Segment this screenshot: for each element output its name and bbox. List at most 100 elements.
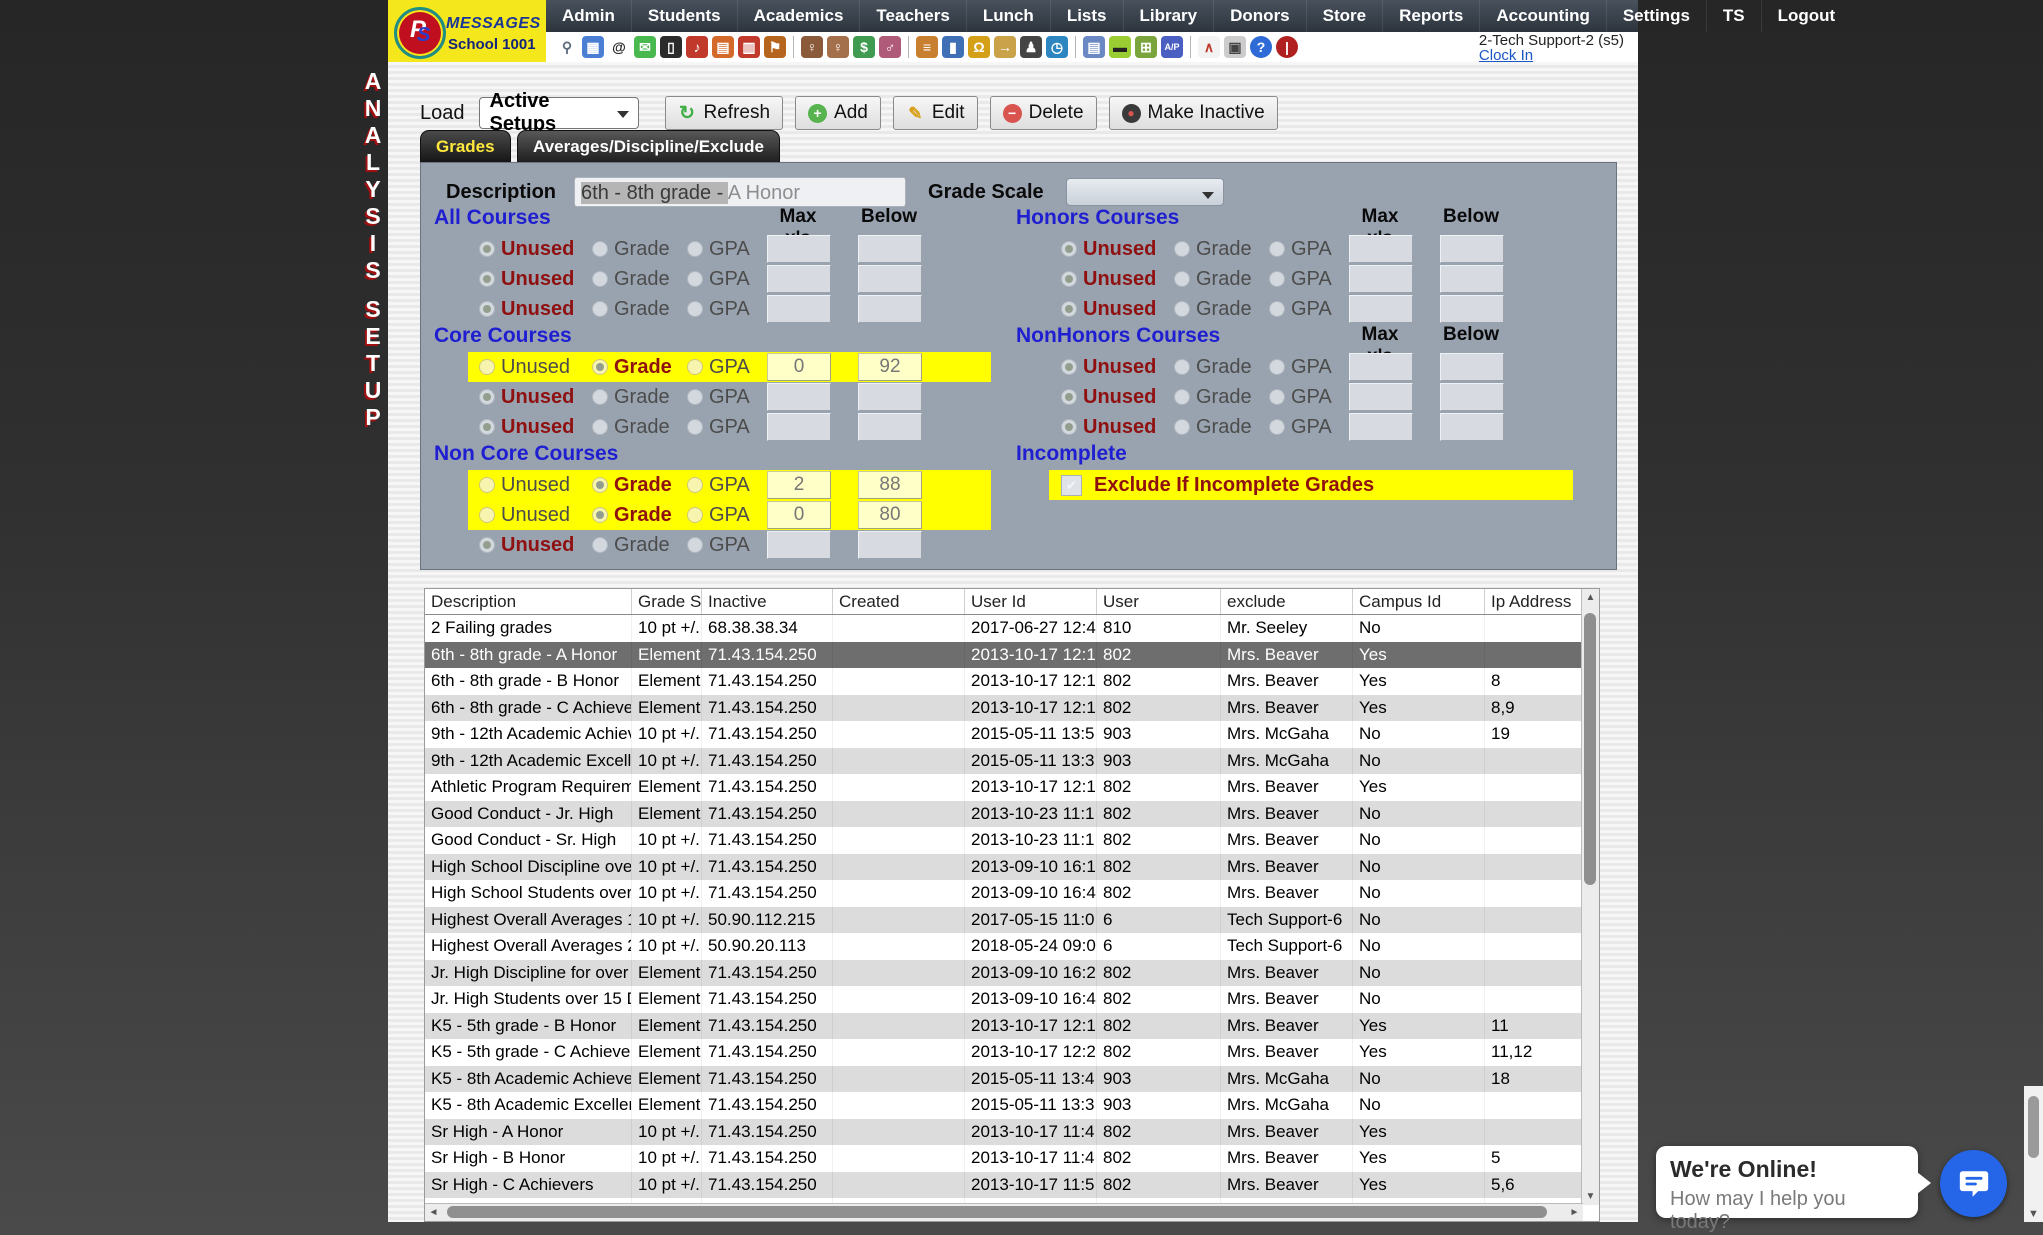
column-header-description[interactable]: Description [425,589,632,614]
all-courses-row-3-below-input[interactable] [858,295,922,323]
nav-item-lists[interactable]: Lists [1050,0,1123,32]
non-core-courses-row-2-grade-radio[interactable] [592,507,608,523]
all-courses-row-1-max-input[interactable] [767,235,831,263]
non-core-courses-row-3-unused-radio[interactable] [479,537,495,553]
table-row[interactable]: 6th - 8th grade - B HonorElement...71.43… [425,668,1599,695]
honors-courses-row-1-grade-radio[interactable] [1174,241,1190,257]
nav-item-library[interactable]: Library [1123,0,1214,32]
locker-icon[interactable]: ▮ [942,36,964,58]
exclude-incomplete-checkbox[interactable]: ✔ [1061,475,1082,496]
all-courses-row-1-grade-radio[interactable] [592,241,608,257]
nav-item-donors[interactable]: Donors [1213,0,1306,32]
core-courses-row-1-below-input[interactable]: 92 [858,353,922,381]
nonhonors-courses-row-1-gpa-radio[interactable] [1269,359,1285,375]
nonhonors-courses-row-1-grade-radio[interactable] [1174,359,1190,375]
honors-courses-row-2-gpa-radio[interactable] [1269,271,1285,287]
core-courses-row-2-gpa-radio[interactable] [687,389,703,405]
text-message-icon[interactable]: ✉ [634,36,656,58]
billing-icon[interactable]: $ [853,36,875,58]
mobile-phone-icon[interactable]: ▯ [660,36,682,58]
all-courses-row-3-grade-radio[interactable] [592,301,608,317]
nav-item-store[interactable]: Store [1306,0,1382,32]
nonhonors-courses-row-3-grade-radio[interactable] [1174,419,1190,435]
table-vertical-scrollbar[interactable]: ▲ ▼ [1581,589,1599,1205]
search-icon[interactable]: ⚲ [556,36,578,58]
nav-item-admin[interactable]: Admin [546,0,631,32]
nonhonors-courses-row-3-max-input[interactable] [1349,413,1413,441]
honors-courses-row-3-grade-radio[interactable] [1174,301,1190,317]
all-courses-row-2-below-input[interactable] [858,265,922,293]
non-core-courses-row-1-unused-radio[interactable] [479,477,495,493]
honors-courses-row-1-unused-radio[interactable] [1061,241,1077,257]
chat-launcher-button[interactable] [1940,1150,2007,1217]
core-courses-row-2-unused-radio[interactable] [479,389,495,405]
non-core-courses-row-3-gpa-radio[interactable] [687,537,703,553]
clock-in-link[interactable]: Clock In [1479,48,1624,63]
all-courses-row-1-below-input[interactable] [858,235,922,263]
non-core-courses-row-1-gpa-radio[interactable] [687,477,703,493]
schedule-icon[interactable]: ▥ [738,36,760,58]
nonhonors-courses-row-2-max-input[interactable] [1349,383,1413,411]
honors-courses-row-2-unused-radio[interactable] [1061,271,1077,287]
page-scroll-down-icon[interactable]: ▼ [2024,1208,2043,1220]
family-icon[interactable]: ♂ [879,36,901,58]
all-courses-row-1-unused-radio[interactable] [479,241,495,257]
staff-admin-icon[interactable]: ♟ [1020,36,1042,58]
table-row[interactable]: High School Discipline over 2...10 pt +/… [425,854,1599,881]
table-row[interactable]: Good Conduct - Jr. HighElement...71.43.1… [425,801,1599,828]
forms-icon[interactable]: → [994,36,1016,58]
table-row[interactable]: 6th - 8th grade - C AchieverElement...71… [425,695,1599,722]
all-courses-row-2-grade-radio[interactable] [592,271,608,287]
bell-icon[interactable]: Ω [968,36,990,58]
core-courses-row-2-below-input[interactable] [858,383,922,411]
all-courses-row-1-gpa-radio[interactable] [687,241,703,257]
delete-button[interactable]: − Delete [990,96,1097,130]
nav-item-lunch[interactable]: Lunch [966,0,1050,32]
power-icon[interactable]: | [1276,36,1298,58]
table-row[interactable]: Athletic Program Requireme...Element...7… [425,774,1599,801]
nav-item-teachers[interactable]: Teachers [859,0,965,32]
table-row[interactable]: 9th - 12th Academic Excellen...10 pt +/.… [425,748,1599,775]
scroll-left-icon[interactable]: ◄ [425,1204,442,1221]
keycard-icon[interactable]: ▬ [1109,36,1131,58]
non-core-courses-row-3-grade-radio[interactable] [592,537,608,553]
column-header-campus-id[interactable]: Campus Id [1353,589,1485,614]
table-row[interactable]: K5 - 5th grade - C AchieversElement...71… [425,1039,1599,1066]
table-row[interactable]: Jr. High Students over 15 De...Element..… [425,986,1599,1013]
tab-grades[interactable]: Grades [420,130,511,162]
core-courses-row-1-max-input[interactable]: 0 [767,353,831,381]
table-row[interactable]: Sr High - C Achievers10 pt +/...71.43.15… [425,1172,1599,1199]
table-row[interactable]: K5 - 8th Academic Excellenc...Element...… [425,1092,1599,1119]
page-scroll-thumb[interactable] [2028,1096,2039,1158]
non-core-courses-row-2-max-input[interactable]: 0 [767,501,831,529]
honors-courses-row-1-below-input[interactable] [1440,235,1504,263]
core-courses-row-3-max-input[interactable] [767,413,831,441]
all-courses-row-2-unused-radio[interactable] [479,271,495,287]
refresh-button[interactable]: ↻ Refresh [665,96,784,130]
non-core-courses-row-3-max-input[interactable] [767,531,831,559]
nav-item-ts[interactable]: TS [1706,0,1761,32]
table-horizontal-scrollbar[interactable]: ◄ ► [425,1203,1583,1221]
all-courses-row-3-max-input[interactable] [767,295,831,323]
column-header-user-id[interactable]: User Id [965,589,1097,614]
non-core-courses-row-3-below-input[interactable] [858,531,922,559]
nonhonors-courses-row-2-gpa-radio[interactable] [1269,389,1285,405]
non-core-courses-row-1-grade-radio[interactable] [592,477,608,493]
all-courses-row-3-unused-radio[interactable] [479,301,495,317]
table-row[interactable]: Good Conduct - Sr. High10 pt +/...71.43.… [425,827,1599,854]
edit-button[interactable]: ✎ Edit [893,96,978,130]
column-header-exclude[interactable]: exclude [1221,589,1353,614]
honors-courses-row-2-below-input[interactable] [1440,265,1504,293]
nonhonors-courses-row-2-grade-radio[interactable] [1174,389,1190,405]
table-row[interactable]: 6th - 8th grade - A HonorElement...71.43… [425,642,1599,669]
email-icon[interactable]: @ [608,36,630,58]
nav-item-logout[interactable]: Logout [1761,0,1852,32]
column-header-user[interactable]: User [1097,589,1221,614]
pdf-icon[interactable]: ∧ [1198,36,1220,58]
nonhonors-courses-row-2-unused-radio[interactable] [1061,389,1077,405]
table-row[interactable]: Highest Overall Averages 110 pt +/...50.… [425,907,1599,934]
honors-courses-row-2-grade-radio[interactable] [1174,271,1190,287]
register-icon[interactable]: ⊞ [1135,36,1157,58]
all-courses-row-2-max-input[interactable] [767,265,831,293]
nonhonors-courses-row-3-below-input[interactable] [1440,413,1504,441]
